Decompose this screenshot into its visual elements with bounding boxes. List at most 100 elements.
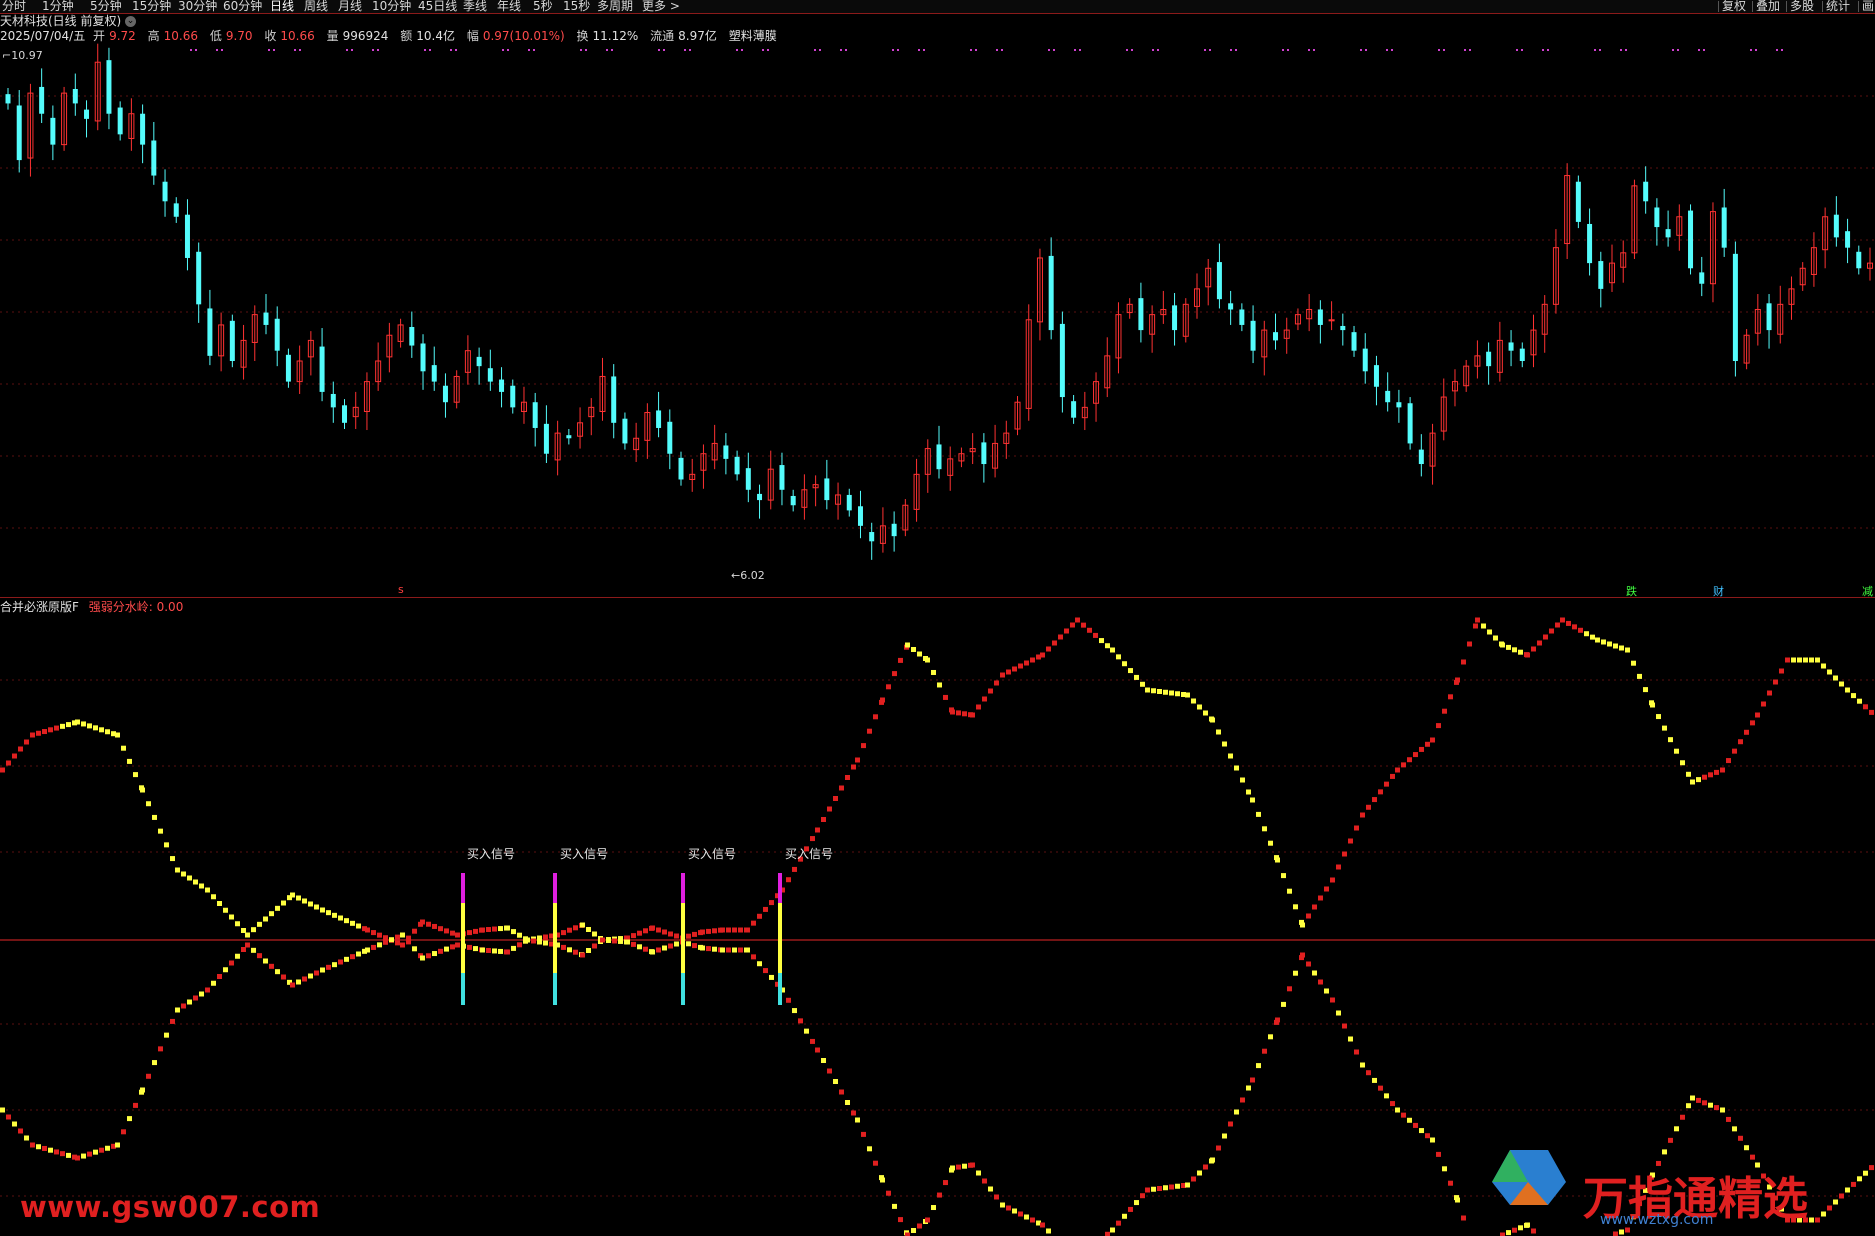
indicator-line-lower — [668, 943, 673, 949]
indicator-line-lower — [356, 951, 361, 957]
indicator-name[interactable]: 合并必涨原版F — [0, 600, 79, 614]
indicator-line-upper — [1613, 643, 1618, 649]
event-fall-marker[interactable]: 跌 — [1626, 583, 1637, 599]
indicator-line-lower — [75, 1155, 80, 1161]
candle-body — [532, 402, 538, 428]
event-dot — [502, 49, 504, 51]
candle-body — [1048, 255, 1054, 331]
watermark-site2: www.wztxg.com — [1600, 1212, 1714, 1228]
event-dot — [996, 49, 998, 51]
indicator-line-upper — [1637, 673, 1642, 679]
indicator-line-upper — [181, 871, 186, 877]
indicator-line-lower — [133, 1102, 138, 1108]
brand-logo-icon — [1492, 1150, 1566, 1205]
candle-body — [1598, 261, 1604, 289]
indicator-line-upper — [480, 927, 485, 933]
indicator-line-lower — [1306, 961, 1311, 967]
event-dot — [741, 49, 743, 51]
buy-signal-label: 买入信号 — [785, 847, 834, 861]
indicator-line-lower — [962, 1163, 967, 1169]
indicator-line-upper — [1262, 826, 1267, 832]
candle-body — [1519, 348, 1525, 361]
candle-body — [1273, 332, 1279, 341]
indicator-line-lower — [1006, 1205, 1011, 1211]
indicator-line-lower — [54, 1149, 59, 1155]
indicator-line-upper — [505, 925, 510, 931]
indicator-line-upper — [1863, 704, 1868, 710]
indicator-line-upper — [1625, 647, 1630, 653]
candle-body — [1351, 332, 1357, 351]
indicator-line-upper — [1197, 704, 1202, 710]
indicator-line-lower — [821, 1058, 826, 1063]
indicator-line-upper — [1487, 629, 1492, 635]
indicator-line-lower — [1128, 1206, 1133, 1212]
indicator-line-upper — [982, 696, 987, 702]
indicator-line-lower — [720, 947, 725, 953]
indicator-lines — [0, 617, 1874, 1236]
indicator-line-upper — [1851, 693, 1856, 699]
event-dot — [190, 49, 192, 51]
indicator-line-upper — [1549, 628, 1554, 634]
indicator-line-lower — [726, 947, 731, 953]
event-dot — [1599, 49, 1601, 51]
indicator-line-upper — [786, 877, 791, 883]
event-dot — [507, 49, 509, 51]
event-finance-marker[interactable]: 财 — [1713, 583, 1724, 599]
indicator-line-upper — [1064, 628, 1069, 634]
indicator-line-upper — [1761, 701, 1766, 707]
event-dot — [528, 49, 530, 51]
indicator-line-upper — [833, 796, 838, 801]
indicator-line-lower — [1372, 1077, 1377, 1083]
candle-body — [409, 327, 415, 346]
indicator-line-lower — [1191, 1176, 1196, 1182]
indicator-line-lower — [751, 954, 756, 960]
indicator-line-upper — [223, 907, 228, 913]
indicator-line-upper — [1348, 838, 1353, 844]
event-reduce-marker[interactable]: 减 — [1862, 583, 1873, 599]
indicator-line-upper — [1087, 627, 1092, 633]
indicator-line-upper — [296, 895, 301, 901]
s-marker: s — [398, 583, 404, 596]
indicator-line-upper — [87, 723, 92, 729]
indicator-line-upper — [1714, 769, 1719, 775]
event-dot — [975, 49, 977, 51]
indicator-line-upper — [712, 928, 717, 934]
indicator-line-lower — [1145, 1187, 1150, 1193]
indicator-line-lower — [686, 941, 691, 947]
indicator-line-upper — [1662, 725, 1667, 731]
event-dot — [1282, 49, 1284, 51]
candle-body — [891, 523, 897, 537]
indicator-line-upper — [1163, 689, 1168, 695]
indicator-line-lower — [792, 1008, 797, 1014]
kline-chart[interactable] — [0, 0, 1875, 1236]
candlestick-series — [5, 43, 1873, 560]
indicator-line-upper — [1128, 668, 1133, 674]
event-dot — [736, 49, 738, 51]
indicator-line-upper — [1767, 690, 1772, 696]
indicator-line-lower — [674, 941, 679, 947]
indicator-line-lower — [383, 939, 388, 945]
indicator-line-lower — [531, 938, 536, 944]
indicator-line-upper — [1075, 617, 1080, 623]
indicator-line-lower — [1662, 1149, 1667, 1155]
indicator-line-upper — [175, 867, 180, 873]
candle-body — [1575, 181, 1581, 222]
event-dot — [1542, 49, 1544, 51]
event-dot — [1464, 49, 1466, 51]
candle-body — [1486, 351, 1492, 367]
indicator-line-upper — [1455, 677, 1460, 683]
indicator-line-lower — [656, 947, 661, 953]
indicator-line-lower — [81, 1153, 86, 1159]
indicator-line-upper — [686, 933, 691, 939]
indicator-line-lower — [36, 1144, 41, 1150]
indicator-line-lower — [1175, 1183, 1180, 1189]
indicator-line-lower — [1413, 1122, 1418, 1128]
indicator-line-lower — [517, 942, 522, 948]
indicator-line-upper — [592, 931, 597, 937]
indicator-line-upper — [792, 866, 797, 872]
indicator-line-lower — [1613, 1231, 1618, 1236]
indicator-line-upper — [1372, 797, 1377, 803]
indicator-line-lower — [561, 944, 566, 950]
indicator-line-upper — [1407, 757, 1412, 763]
indicator-line-lower — [99, 1147, 104, 1153]
